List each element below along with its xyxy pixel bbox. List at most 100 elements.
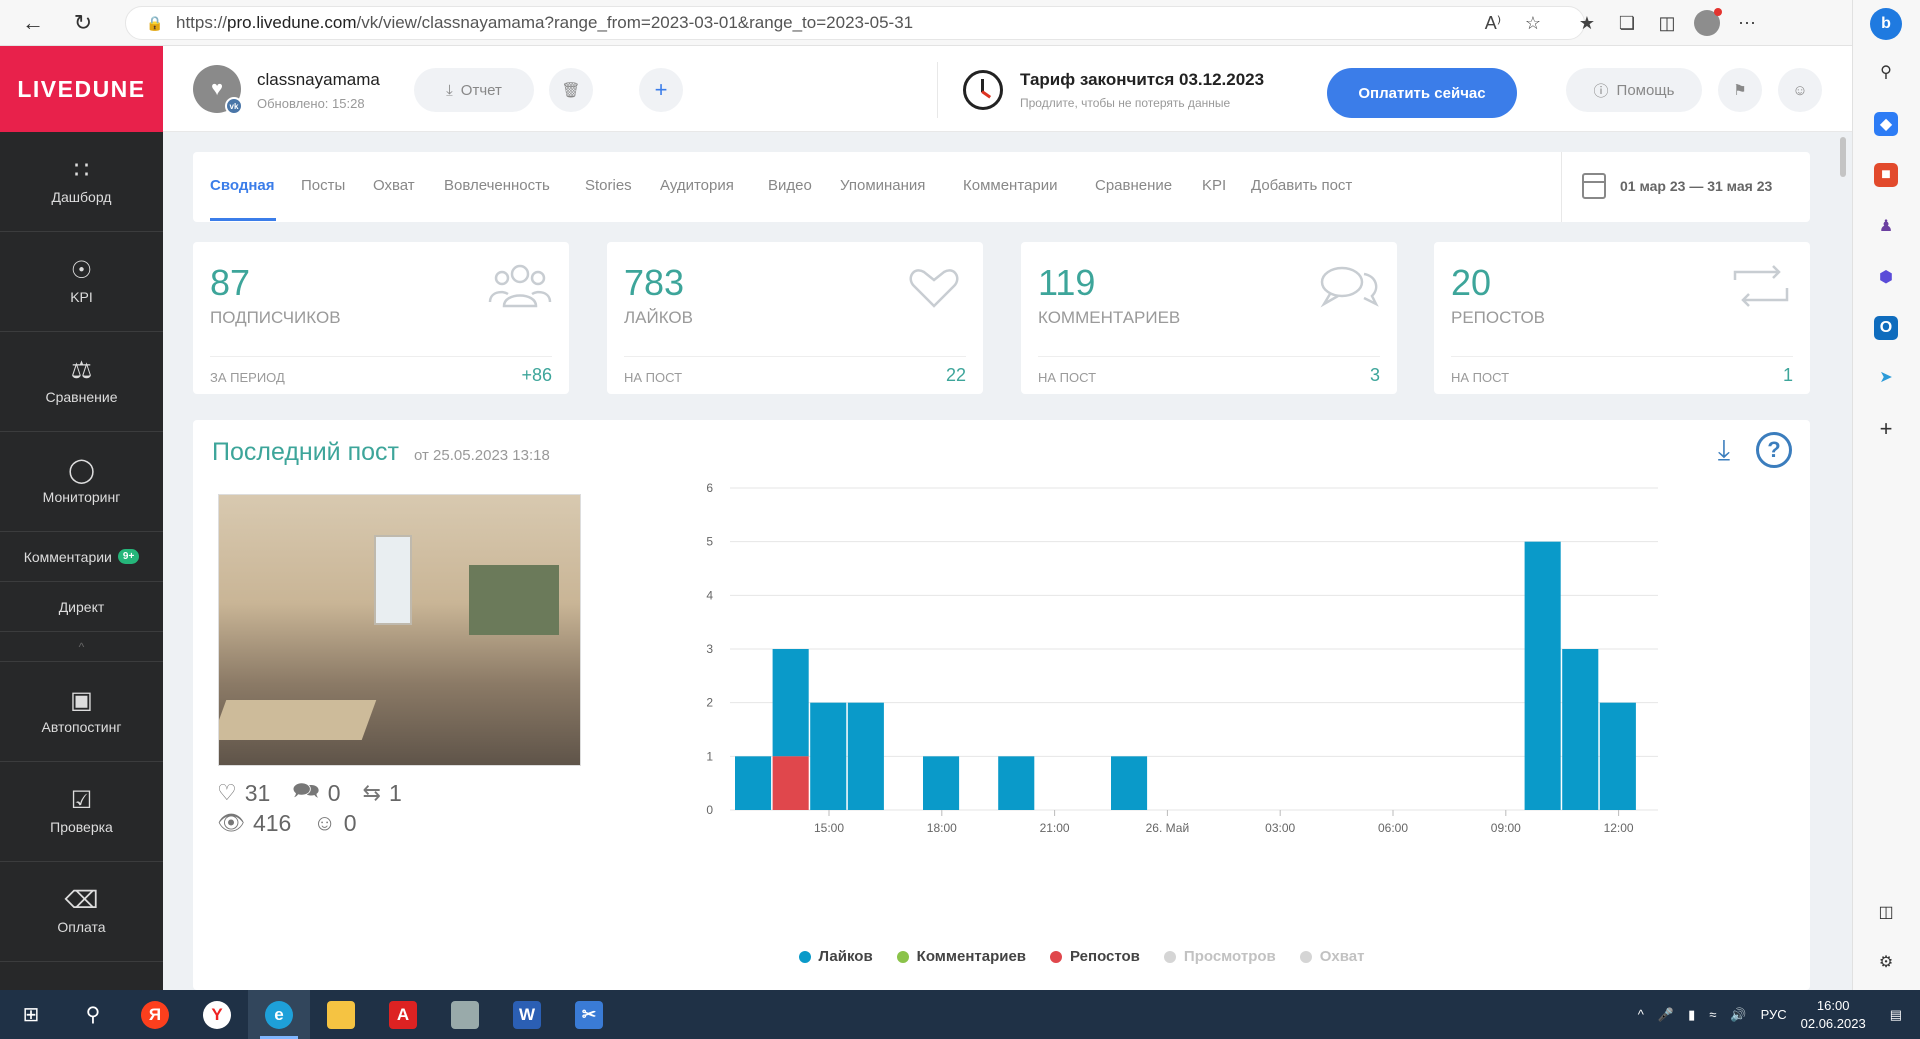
chart-bar[interactable]	[772, 649, 809, 757]
stat-foot-label: За период	[210, 370, 285, 385]
search-icon[interactable]: ⚲	[1874, 60, 1898, 84]
chart-bar[interactable]	[923, 756, 960, 810]
sidebar-item-check[interactable]: ☑ Проверка	[0, 762, 163, 862]
favorites-icon[interactable]: ★	[1572, 8, 1602, 38]
y-tick-label: 2	[706, 696, 713, 710]
sidebar-item-label: Оплата	[57, 918, 106, 935]
acrobat-icon[interactable]: A	[372, 990, 434, 1039]
stat-value: 87	[210, 262, 251, 303]
tab-posts[interactable]: Посты	[301, 177, 345, 194]
tab-add-post[interactable]: Добавить пост	[1251, 177, 1352, 194]
legend-item-likes[interactable]: Лайков	[798, 948, 873, 965]
search-icon[interactable]: ⚲	[62, 990, 124, 1039]
tab-compare[interactable]: Сравнение	[1095, 177, 1172, 194]
collapse-chevron-up-icon[interactable]: ^	[0, 632, 163, 662]
notifications-icon[interactable]: ▤	[1890, 1007, 1902, 1023]
chevron-up-icon[interactable]: ^	[1638, 1007, 1644, 1022]
user-menu-button[interactable]: ☺	[1778, 68, 1822, 112]
legend-item-reach[interactable]: Охват	[1299, 948, 1364, 965]
download-chart-icon[interactable]: ⤓	[1706, 432, 1742, 468]
help-icon[interactable]: ?	[1756, 432, 1792, 468]
tab-audience[interactable]: Аудитория	[660, 177, 734, 194]
chart-bar[interactable]	[1111, 756, 1148, 810]
microphone-icon[interactable]: 🎤	[1658, 1007, 1674, 1023]
legend-item-reposts[interactable]: Репостов	[1050, 948, 1140, 965]
profile-icon[interactable]	[1692, 8, 1722, 38]
refresh-icon[interactable]: ↻	[62, 2, 104, 44]
sidebar-item-autoposting[interactable]: ▣ Автопостинг	[0, 662, 163, 762]
x-tick-label: 09:00	[1491, 821, 1521, 835]
notifications-button[interactable]: ⚑	[1718, 68, 1762, 112]
pay-now-button[interactable]: Оплатить сейчас	[1327, 68, 1517, 118]
split-screen-icon[interactable]: ◫	[1652, 8, 1682, 38]
help-button[interactable]: ⓘ Помощь	[1566, 68, 1702, 112]
yandex-browser-icon[interactable]: Y	[186, 990, 248, 1039]
add-icon[interactable]: +	[1874, 416, 1898, 441]
chart-bar[interactable]	[1562, 649, 1599, 810]
battery-icon[interactable]: ▮	[1688, 1007, 1695, 1023]
page-scrollbar[interactable]	[1838, 132, 1848, 990]
address-bar[interactable]: 🔒 https://pro.livedune.com/vk/view/class…	[125, 6, 1585, 40]
windows-start-icon[interactable]: ⊞	[0, 990, 62, 1039]
add-button[interactable]: +	[639, 68, 683, 112]
snipping-tool-icon[interactable]: ✂	[558, 990, 620, 1039]
more-menu-icon[interactable]: ⋯	[1732, 8, 1762, 38]
wifi-icon[interactable]: ≈	[1709, 1007, 1716, 1022]
scanner-icon[interactable]	[434, 990, 496, 1039]
chart-bar[interactable]	[1599, 702, 1636, 810]
sidebar-toggle-icon[interactable]: ◫	[1874, 900, 1898, 924]
legend-item-comments[interactable]: Комментариев	[896, 948, 1027, 965]
edge-icon[interactable]: e	[248, 990, 310, 1039]
legend-label: Комментариев	[916, 948, 1027, 965]
chart-bar[interactable]	[847, 702, 884, 810]
delete-button[interactable]: 🗑	[549, 68, 593, 112]
livedune-logo[interactable]: LIVEDUNE	[0, 46, 163, 132]
stat-value: 119	[1038, 262, 1096, 303]
chart-bar[interactable]	[998, 756, 1035, 810]
volume-icon[interactable]: 🔊	[1730, 1007, 1746, 1023]
read-aloud-icon[interactable]: A⁾	[1478, 8, 1508, 38]
tab-engagement[interactable]: Вовлеченность	[444, 177, 550, 194]
chart-bar[interactable]	[1524, 541, 1561, 810]
tag-icon[interactable]: ◆	[1874, 112, 1898, 136]
sidebar-item-dashboard[interactable]: ∷ Дашборд	[0, 132, 163, 232]
report-button[interactable]: ⤓ Отчет	[414, 68, 534, 112]
games-icon[interactable]: ♟	[1874, 214, 1898, 238]
tab-stories[interactable]: Stories	[585, 177, 632, 194]
tab-reach[interactable]: Охват	[373, 177, 415, 194]
word-icon[interactable]: W	[496, 990, 558, 1039]
sidebar-item-kpi[interactable]: ☉ KPI	[0, 232, 163, 332]
add-favorite-icon[interactable]: ☆	[1518, 8, 1548, 38]
legend-item-views[interactable]: Просмотров	[1163, 948, 1276, 965]
bing-icon[interactable]: b	[1870, 8, 1902, 40]
clock[interactable]: 16:00 02.06.2023	[1801, 997, 1866, 1033]
collections-icon[interactable]: ❏	[1612, 8, 1642, 38]
chart-bar[interactable]	[735, 756, 772, 810]
tab-summary[interactable]: Сводная	[210, 177, 275, 194]
yandex-icon[interactable]: Я	[124, 990, 186, 1039]
account-name[interactable]: classnayamama	[257, 70, 380, 90]
tab-comments[interactable]: Комментарии	[963, 177, 1057, 194]
x-tick-label: 18:00	[927, 821, 957, 835]
back-arrow-icon[interactable]: ←	[12, 2, 54, 44]
chart-bar[interactable]	[810, 702, 847, 810]
calendar-icon[interactable]	[1582, 173, 1606, 199]
tab-mentions[interactable]: Упоминания	[840, 177, 925, 194]
office-icon[interactable]: ⬢	[1874, 265, 1898, 289]
briefcase-icon[interactable]: ■	[1874, 163, 1898, 187]
sidebar-item-payment[interactable]: ⌫ Оплата	[0, 862, 163, 962]
tab-kpi[interactable]: KPI	[1202, 177, 1226, 194]
telegram-icon[interactable]: ➤	[1874, 365, 1898, 389]
outlook-icon[interactable]: O	[1874, 316, 1898, 340]
sidebar-item-comments[interactable]: Комментарии 9+	[0, 532, 163, 582]
file-explorer-icon[interactable]	[310, 990, 372, 1039]
chart-bar[interactable]	[772, 756, 809, 810]
tab-video[interactable]: Видео	[768, 177, 812, 194]
language-indicator[interactable]: РУС	[1761, 1007, 1787, 1022]
sidebar-item-direct[interactable]: Директ	[0, 582, 163, 632]
sidebar-item-compare[interactable]: ⚖ Сравнение	[0, 332, 163, 432]
sidebar-item-monitoring[interactable]: ◯ Мониторинг	[0, 432, 163, 532]
date-range-picker[interactable]: 01 мар 23 — 31 мая 23	[1620, 178, 1772, 194]
settings-gear-icon[interactable]: ⚙	[1874, 950, 1898, 974]
post-photo[interactable]	[218, 494, 581, 766]
